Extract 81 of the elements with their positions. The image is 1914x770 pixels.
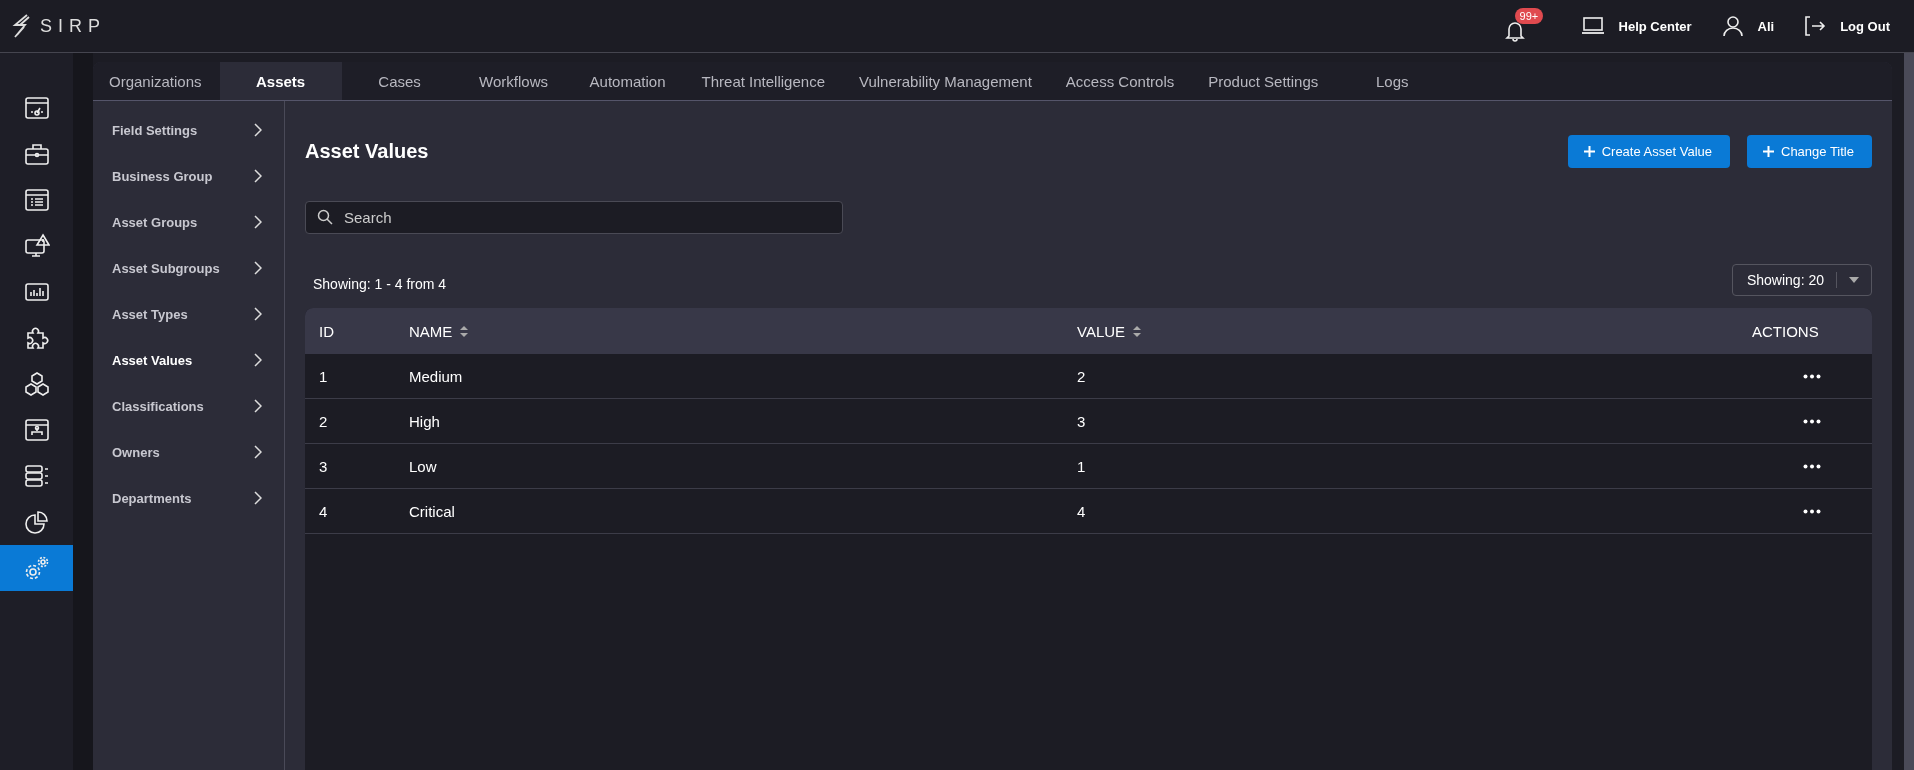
bell-icon (1504, 20, 1525, 42)
submenu-item[interactable]: Owners (93, 429, 284, 475)
more-options-icon[interactable] (1803, 508, 1821, 514)
tab[interactable]: Organizations (93, 62, 218, 100)
search-icon (317, 209, 333, 225)
user-icon (1721, 15, 1744, 37)
column-header: ID (318, 322, 335, 340)
table-cell: 4 (319, 502, 328, 520)
notifications-button[interactable]: 99+ (1500, 8, 1551, 44)
notification-count-badge: 99+ (1514, 8, 1544, 24)
table-cell: Low (409, 457, 437, 475)
table-cell: 2 (1077, 367, 1086, 385)
column-header: ACTIONS (1752, 322, 1820, 340)
page-title: Asset Values (305, 139, 429, 163)
tab[interactable]: Product Settings (1192, 62, 1335, 100)
chevron-right-icon (254, 123, 262, 137)
logout-icon (1804, 16, 1827, 36)
sort-icon (1133, 325, 1142, 337)
submenu-item[interactable]: Asset Subgroups (93, 245, 284, 291)
tab[interactable]: Automation (571, 62, 684, 100)
tab[interactable]: Access Controls (1049, 62, 1191, 100)
server-stack-icon (23, 463, 50, 489)
more-options-icon[interactable] (1803, 418, 1821, 424)
table-cell: 3 (1077, 412, 1086, 430)
table-cell: 1 (319, 367, 328, 385)
submenu-item[interactable]: Asset Types (93, 291, 284, 337)
scrollbar[interactable] (1904, 53, 1914, 770)
monitor-warning-icon (23, 233, 50, 259)
more-options-icon[interactable] (1803, 373, 1821, 379)
submenu-item[interactable]: Classifications (93, 383, 284, 429)
pie-chart-icon (23, 509, 50, 535)
more-options-icon[interactable] (1803, 463, 1821, 469)
dashboard-icon (23, 95, 50, 121)
submenu-item[interactable]: Asset Groups (93, 199, 284, 245)
tab[interactable]: Logs (1336, 62, 1449, 100)
page-size-dropdown[interactable]: Showing: 20 (1731, 264, 1872, 296)
list-window-icon (23, 187, 50, 213)
plus-icon (1763, 145, 1774, 157)
tab[interactable]: Cases (343, 62, 456, 100)
user-menu[interactable]: Ali (1721, 15, 1775, 37)
laptop-icon (1580, 16, 1605, 36)
tab[interactable]: Threat Intelligence (685, 62, 841, 100)
tab[interactable]: Assets (219, 62, 342, 100)
tab[interactable]: Vulnerability Management (842, 62, 1048, 100)
chevron-right-icon (254, 307, 262, 321)
chevron-right-icon (254, 215, 262, 229)
sort-icon (460, 325, 469, 337)
caret-down-icon (1849, 277, 1859, 283)
cubes-icon (23, 371, 50, 397)
hierarchy-window-icon (23, 417, 50, 443)
column-header[interactable]: NAME (409, 322, 1077, 340)
add-button[interactable]: Create Asset Value (1567, 134, 1730, 168)
briefcase-icon (23, 141, 50, 167)
table-cell: 4 (1077, 502, 1086, 520)
submenu-item[interactable]: Field Settings (93, 107, 284, 153)
results-summary: Showing: 1 - 4 from 4 (312, 276, 447, 292)
chevron-right-icon (254, 491, 262, 505)
bolt-logo-icon (12, 13, 32, 39)
chevron-right-icon (254, 445, 262, 459)
table-cell: 2 (319, 412, 328, 430)
logo-text: SIRP (40, 15, 106, 37)
search-field[interactable]: Search (305, 201, 843, 234)
log-out-link[interactable]: Log Out (1804, 16, 1890, 36)
submenu-item[interactable]: Asset Values (93, 337, 284, 383)
chevron-right-icon (254, 261, 262, 275)
table-cell: 1 (1077, 457, 1086, 475)
table-cell: Medium (409, 367, 463, 385)
plus-icon (1583, 145, 1595, 157)
tab[interactable]: Workflows (457, 62, 570, 100)
column-header[interactable]: VALUE (1077, 322, 1752, 340)
chevron-right-icon (254, 353, 262, 367)
help-center-link[interactable]: Help Center (1580, 16, 1692, 36)
submenu-item[interactable]: Business Group (93, 153, 284, 199)
submenu-item[interactable]: Departments (93, 475, 284, 521)
table-cell: Critical (409, 502, 455, 520)
gears-icon (23, 555, 50, 581)
table-cell: 3 (319, 457, 328, 475)
table-cell: High (409, 412, 440, 430)
add-button[interactable]: Change Title (1747, 134, 1872, 168)
chevron-right-icon (254, 399, 262, 413)
chevron-right-icon (254, 169, 262, 183)
